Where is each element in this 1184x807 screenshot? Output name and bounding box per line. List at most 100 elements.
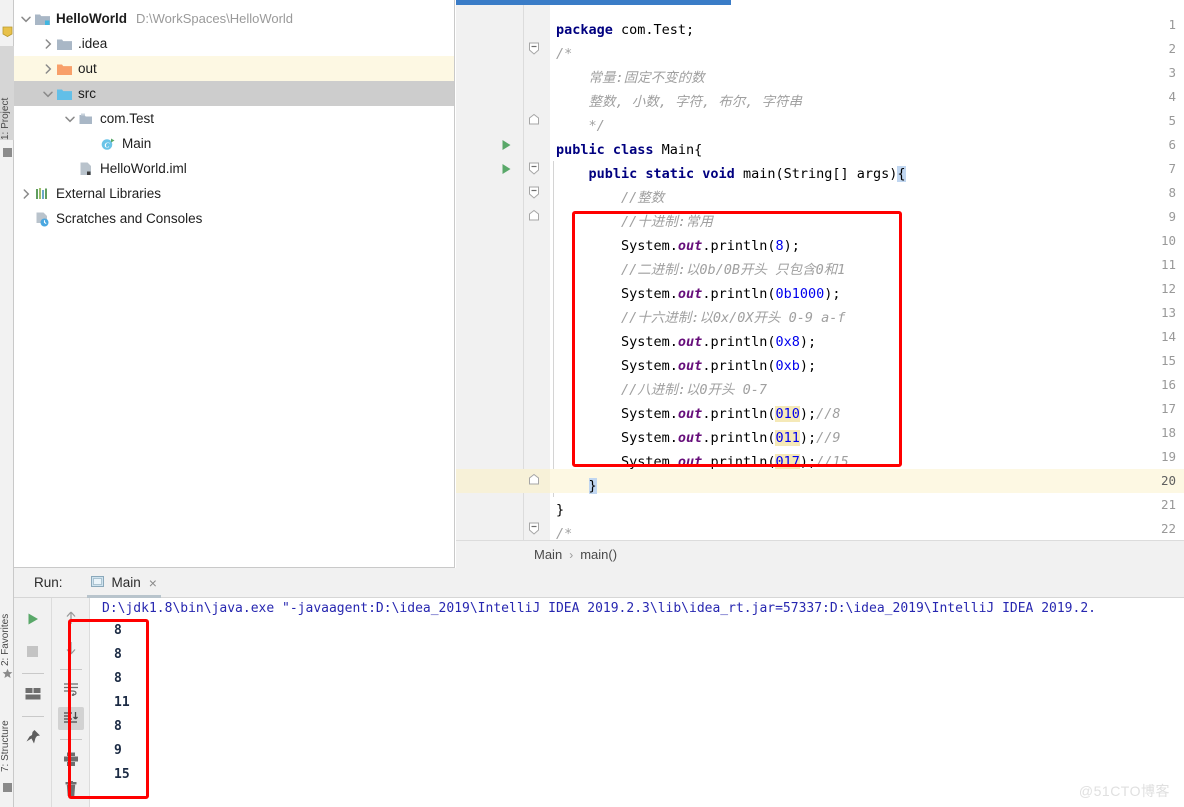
line-number: 19	[1160, 449, 1176, 464]
arrow-down-icon	[66, 641, 75, 655]
sidebar-item-favorites[interactable]: 2: Favorites	[0, 588, 15, 666]
fold-collapse-icon[interactable]	[527, 517, 545, 541]
code-line[interactable]: }	[556, 474, 597, 498]
console-output[interactable]: D:\jdk1.8\bin\java.exe "-javaagent:D:\id…	[90, 598, 1184, 807]
code-line[interactable]: 整数, 小数, 字符, 布尔, 字符串	[556, 90, 803, 114]
code-line[interactable]: 常量:固定不变的数	[556, 66, 705, 90]
code-token: */	[556, 118, 605, 134]
tree-item-src[interactable]: src	[14, 81, 454, 106]
run-toolbar-secondary[interactable]	[52, 598, 90, 807]
fold-collapse-icon[interactable]	[527, 157, 545, 181]
print-button[interactable]	[58, 747, 84, 771]
next-occurrence-button[interactable]	[58, 636, 84, 660]
run-window-header: Run: Main ×	[14, 568, 1184, 598]
code-line[interactable]: /*	[556, 42, 572, 66]
code-line[interactable]: System.out.println(0b1000);	[556, 282, 841, 306]
tree-item-helloworld[interactable]: HelloWorld D:\WorkSpaces\HelloWorld	[14, 6, 454, 31]
code-line[interactable]: System.out.println(0x8);	[556, 330, 816, 354]
line-number: 1	[1168, 17, 1176, 32]
code-token: package	[556, 22, 622, 38]
code-token: 0b1000	[775, 286, 825, 302]
project-tool-window: HelloWorld D:\WorkSpaces\HelloWorld .idea o…	[14, 0, 455, 568]
code-token: public static void	[588, 166, 743, 182]
breadcrumb[interactable]: Main › main()	[456, 540, 1184, 568]
line-number: 2	[1168, 41, 1176, 56]
tree-item-main[interactable]: C Main	[14, 131, 454, 156]
code-line[interactable]: */	[556, 114, 605, 138]
code-line[interactable]: //八进制:以0开头 0-7	[556, 378, 767, 402]
code-token: 8	[775, 238, 784, 254]
code-line[interactable]: System.out.println(8);	[556, 234, 800, 258]
chevron-right-icon[interactable]	[40, 36, 56, 52]
tree-item-scratches-and-consoles[interactable]: Scratches and Consoles	[14, 206, 454, 231]
layout-icon	[25, 688, 40, 700]
fold-end-icon[interactable]	[527, 109, 545, 133]
code-line[interactable]: System.out.println(010);//8	[556, 402, 841, 426]
code-line[interactable]: System.out.println(0xb);	[556, 354, 816, 378]
run-toolbar-primary[interactable]	[14, 598, 52, 807]
tree-item-helloworld-iml[interactable]: HelloWorld.iml	[14, 156, 454, 181]
pin-button[interactable]	[20, 724, 46, 750]
code-token: .println(	[702, 238, 776, 254]
current-line-highlight	[550, 469, 1184, 493]
code-line[interactable]: //二进制:以0b/0B开头 只包含0和1	[556, 258, 845, 282]
fold-end-icon[interactable]	[527, 469, 545, 493]
tree-item-com-test[interactable]: com.Test	[14, 106, 454, 131]
code-token: out	[677, 406, 703, 422]
line-number: 16	[1160, 377, 1176, 392]
code-line[interactable]: //整数	[556, 186, 664, 210]
chevron-right-icon[interactable]	[40, 61, 56, 77]
code-editor[interactable]: package com.Test; /* 常量:固定不变的数 整数, 小数, 字符…	[456, 0, 1184, 568]
line-number: 20	[1160, 473, 1176, 488]
tree-arrow-placeholder	[84, 136, 100, 152]
breadcrumb-item-method[interactable]: main()	[580, 547, 617, 562]
fold-end-icon[interactable]	[527, 205, 545, 229]
soft-wrap-button[interactable]	[58, 677, 84, 701]
code-line[interactable]: package com.Test;	[556, 18, 694, 42]
console-output-line: 8	[114, 623, 122, 638]
tree-item-out[interactable]: out	[14, 56, 454, 81]
stop-button[interactable]	[20, 638, 46, 664]
chevron-down-icon[interactable]	[62, 111, 78, 127]
prev-occurrence-button[interactable]	[58, 606, 84, 630]
scroll-to-end-button[interactable]	[57, 706, 84, 731]
code-token: //8	[816, 406, 841, 422]
fold-collapse-icon[interactable]	[527, 181, 545, 205]
code-token: com.Test;	[621, 22, 695, 38]
run-tab-main[interactable]: Main ×	[86, 568, 161, 598]
tree-item-label: .idea	[78, 36, 108, 51]
layout-button[interactable]	[20, 681, 46, 707]
code-line[interactable]: System.out.println(011);//9	[556, 426, 841, 450]
code-line[interactable]: }	[556, 498, 564, 522]
chevron-down-icon[interactable]	[40, 86, 56, 102]
code-token: System.	[556, 430, 678, 446]
code-token: System.	[556, 238, 678, 254]
rerun-button[interactable]	[20, 606, 46, 632]
chevron-right-icon[interactable]	[18, 186, 34, 202]
clear-all-button[interactable]	[58, 777, 84, 801]
close-icon[interactable]: ×	[149, 575, 157, 591]
sidebar-item-structure[interactable]: 7: Structure	[0, 692, 15, 772]
folder-gray-icon	[56, 36, 73, 52]
run-gutter-icon[interactable]	[501, 157, 515, 181]
sidebar-item-project[interactable]: 1: Project	[0, 46, 15, 140]
code-token: //15	[816, 454, 849, 470]
fold-collapse-icon[interactable]	[527, 37, 545, 61]
tree-item-external-libraries[interactable]: External Libraries	[14, 181, 454, 206]
tree-arrow-placeholder	[18, 211, 34, 227]
run-gutter-icon[interactable]	[501, 133, 515, 157]
code-token: .println(	[702, 358, 776, 374]
console-output-line: 8	[114, 719, 122, 734]
intellij-idea-window: 1: Project 2: Favorites 7: Structure Hel…	[0, 0, 1184, 807]
chevron-down-icon[interactable]	[18, 11, 34, 27]
project-tree[interactable]: HelloWorld D:\WorkSpaces\HelloWorld .idea o…	[14, 0, 454, 231]
code-line[interactable]: public static void main(String[] args){	[556, 162, 906, 186]
code-line[interactable]: //十六进制:以0x/0X开头 0-9 a-f	[556, 306, 846, 330]
editor-code-area[interactable]: package com.Test; /* 常量:固定不变的数 整数, 小数, 字符…	[550, 5, 1184, 568]
breadcrumb-item-class[interactable]: Main	[534, 547, 562, 562]
tree-item--idea[interactable]: .idea	[14, 31, 454, 56]
toolbar-divider-2	[21, 716, 44, 717]
code-line[interactable]: //十进制:常用	[556, 210, 713, 234]
code-line[interactable]: public class Main{	[556, 138, 702, 162]
